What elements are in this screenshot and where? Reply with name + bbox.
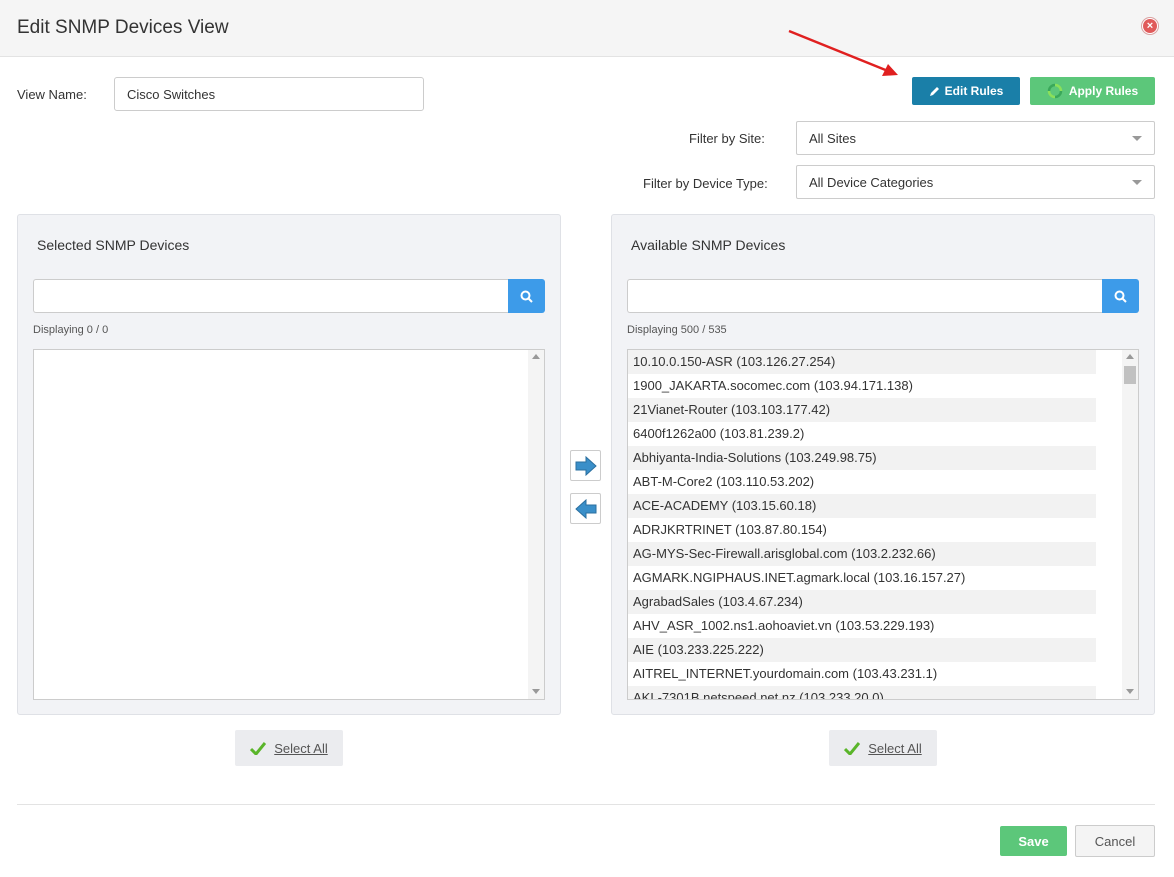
remove-from-selected-button[interactable] [570,493,601,524]
view-name-value: Cisco Switches [127,86,216,102]
list-item[interactable]: 21Vianet-Router (103.103.177.42) [628,398,1096,422]
view-name-label: View Name: [17,87,87,102]
select-all-selected-button[interactable]: Select All [235,730,343,766]
scroll-thumb[interactable] [1124,366,1136,384]
list-item[interactable]: AGMARK.NGIPHAUS.INET.agmark.local (103.1… [628,566,1096,590]
list-item[interactable]: AIE (103.233.225.222) [628,638,1096,662]
list-item[interactable]: 10.10.0.150-ASR (103.126.27.254) [628,350,1096,374]
cancel-button[interactable]: Cancel [1075,825,1155,857]
scroll-up-icon[interactable] [1126,354,1134,359]
footer-divider [17,804,1155,805]
annotation-arrow [788,29,898,76]
search-icon [1114,290,1127,303]
chevron-down-icon [1132,179,1142,185]
scroll-down-icon[interactable] [532,689,540,694]
list-item[interactable]: AKL-7301B.netspeed.net.nz (103.233.20.0) [628,686,1096,699]
checkmark-icon [250,741,267,755]
available-list-scrollbar[interactable] [1122,350,1138,699]
selected-search-input[interactable] [33,279,508,313]
list-item[interactable]: Abhiyanta-India-Solutions (103.249.98.75… [628,446,1096,470]
selected-displaying-count: Displaying 0 / 0 [33,324,109,336]
select-all-available-button[interactable]: Select All [829,730,937,766]
pencil-icon [929,87,939,96]
available-search-input[interactable] [627,279,1102,313]
arrow-right-icon [575,455,597,476]
apply-rules-button[interactable]: Apply Rules [1030,77,1155,105]
filter-site-select[interactable]: All Sites [796,121,1155,155]
filter-device-type-label: Filter by Device Type: [643,176,768,191]
save-button[interactable]: Save [1000,826,1067,856]
refresh-icon [1047,83,1063,99]
scroll-down-icon[interactable] [1126,689,1134,694]
list-item[interactable]: AG-MYS-Sec-Firewall.arisglobal.com (103.… [628,542,1096,566]
close-icon: × [1143,19,1157,33]
list-item[interactable]: ACE-ACADEMY (103.15.60.18) [628,494,1096,518]
edit-rules-label: Edit Rules [944,84,1004,98]
available-devices-panel: Available SNMP Devices Displaying 500 / … [611,214,1155,715]
filter-device-type-value: All Device Categories [809,174,934,190]
edit-rules-button[interactable]: Edit Rules [912,77,1020,105]
selected-list-scrollbar[interactable] [528,350,544,699]
apply-rules-label: Apply Rules [1068,84,1139,98]
search-icon [520,290,533,303]
selected-search-button[interactable] [508,279,545,313]
filter-site-value: All Sites [809,130,856,146]
dialog-title: Edit SNMP Devices View [17,17,229,38]
arrow-left-icon [574,498,596,519]
add-to-selected-button[interactable] [570,450,601,481]
dialog-header: Edit SNMP Devices View × [0,0,1174,57]
selected-devices-list[interactable] [33,349,545,700]
selected-devices-panel: Selected SNMP Devices Displaying 0 / 0 [17,214,561,715]
checkmark-icon [844,741,861,755]
filter-device-type-select[interactable]: All Device Categories [796,165,1155,199]
scroll-up-icon[interactable] [532,354,540,359]
list-item[interactable]: ABT-M-Core2 (103.110.53.202) [628,470,1096,494]
available-panel-title: Available SNMP Devices [631,237,786,253]
available-rows: 10.10.0.150-ASR (103.126.27.254) 1900_JAK… [628,350,1096,699]
available-devices-list[interactable]: 10.10.0.150-ASR (103.126.27.254) 1900_JAK… [627,349,1139,700]
list-item[interactable]: AITREL_INTERNET.yourdomain.com (103.43.2… [628,662,1096,686]
selected-panel-title: Selected SNMP Devices [37,237,190,253]
select-all-label: Select All [274,740,328,756]
view-name-input[interactable]: Cisco Switches [114,77,424,111]
filter-site-label: Filter by Site: [689,131,765,146]
available-displaying-count: Displaying 500 / 535 [627,324,727,336]
list-item[interactable]: AgrabadSales (103.4.67.234) [628,590,1096,614]
close-button[interactable]: × [1141,17,1159,35]
chevron-down-icon [1132,135,1142,141]
list-item[interactable]: AHV_ASR_1002.ns1.aohoaviet.vn (103.53.22… [628,614,1096,638]
list-item[interactable]: 6400f1262a00 (103.81.239.2) [628,422,1096,446]
list-item[interactable]: 1900_JAKARTA.socomec.com (103.94.171.138… [628,374,1096,398]
available-search-button[interactable] [1102,279,1139,313]
list-item[interactable]: ADRJKRTRINET (103.87.80.154) [628,518,1096,542]
select-all-label: Select All [868,740,922,756]
